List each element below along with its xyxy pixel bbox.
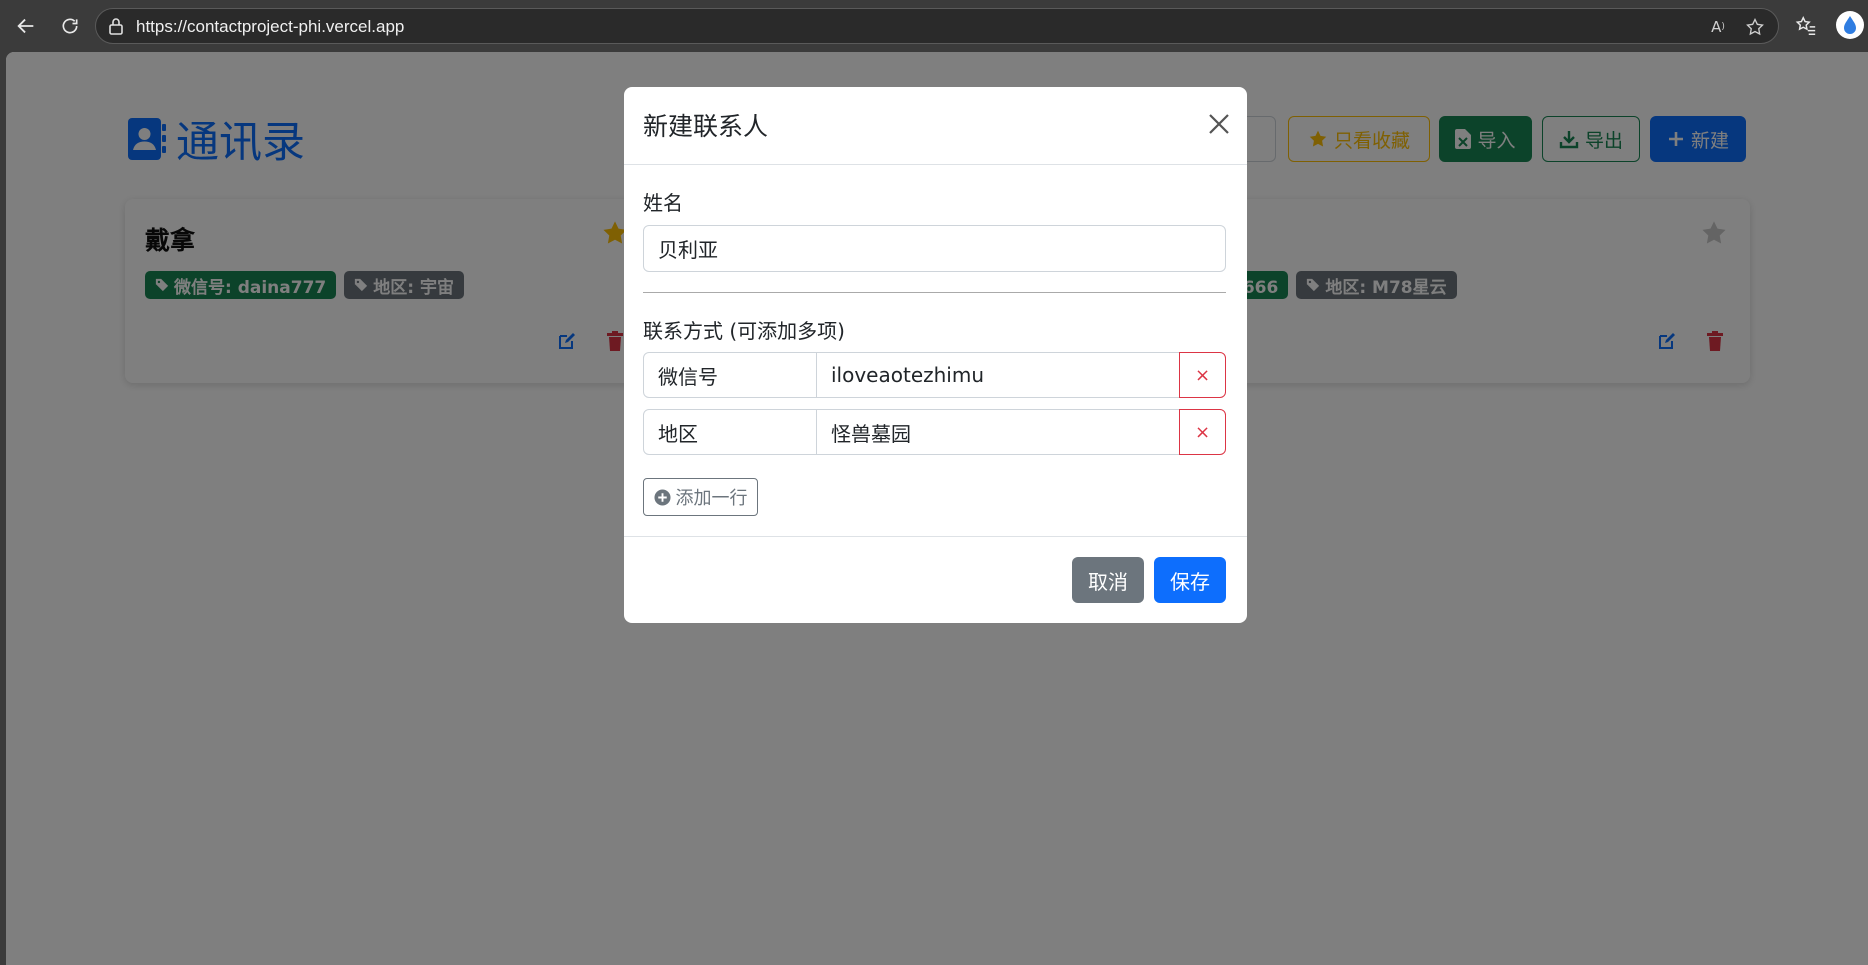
address-bar[interactable]: https://contactproject-phi.vercel.app A) — [95, 8, 1779, 44]
remove-row-button[interactable]: × — [1179, 352, 1226, 398]
favorites-list-icon[interactable] — [1790, 10, 1822, 42]
contact-method-row: 微信号 iloveaotezhimu × — [643, 352, 1226, 398]
remove-row-button[interactable]: × — [1179, 409, 1226, 455]
lock-icon — [108, 17, 124, 39]
read-aloud-icon[interactable]: A) — [1706, 15, 1730, 39]
contact-methods-label: 联系方式 (可添加多项) — [643, 319, 845, 343]
close-icon[interactable] — [1200, 105, 1238, 143]
new-contact-modal: 新建联系人 姓名 贝利亚 联系方式 (可添加多项) 微信号 iloveaotez… — [624, 87, 1247, 623]
save-button[interactable]: 保存 — [1154, 557, 1226, 603]
cancel-button[interactable]: 取消 — [1072, 557, 1144, 603]
modal-footer: 取消 保存 — [624, 536, 1247, 623]
page-content: 通讯录 只看收藏 导入 导出 新建 戴拿 微信号: daina777 地区: 宇… — [6, 52, 1868, 965]
method-type-input[interactable]: 地区 — [643, 409, 817, 455]
url-text: https://contactproject-phi.vercel.app — [136, 17, 405, 36]
divider — [643, 292, 1226, 293]
add-row-button[interactable]: 添加一行 — [643, 478, 758, 516]
method-type-input[interactable]: 微信号 — [643, 352, 817, 398]
reload-icon[interactable] — [54, 10, 86, 42]
modal-title: 新建联系人 — [643, 112, 769, 141]
contact-method-row: 地区 怪兽墓园 × — [643, 409, 1226, 455]
name-input[interactable]: 贝利亚 — [643, 225, 1226, 272]
profile-avatar[interactable] — [1836, 11, 1864, 39]
back-icon[interactable] — [10, 10, 42, 42]
method-value-input[interactable]: 怪兽墓园 — [816, 409, 1180, 455]
name-label: 姓名 — [643, 191, 683, 215]
modal-header: 新建联系人 — [624, 87, 1247, 165]
favorite-star-icon[interactable] — [1743, 15, 1767, 39]
plus-circle-icon — [653, 488, 671, 506]
method-value-input[interactable]: iloveaotezhimu — [816, 352, 1180, 398]
browser-toolbar: https://contactproject-phi.vercel.app A) — [0, 0, 1868, 52]
